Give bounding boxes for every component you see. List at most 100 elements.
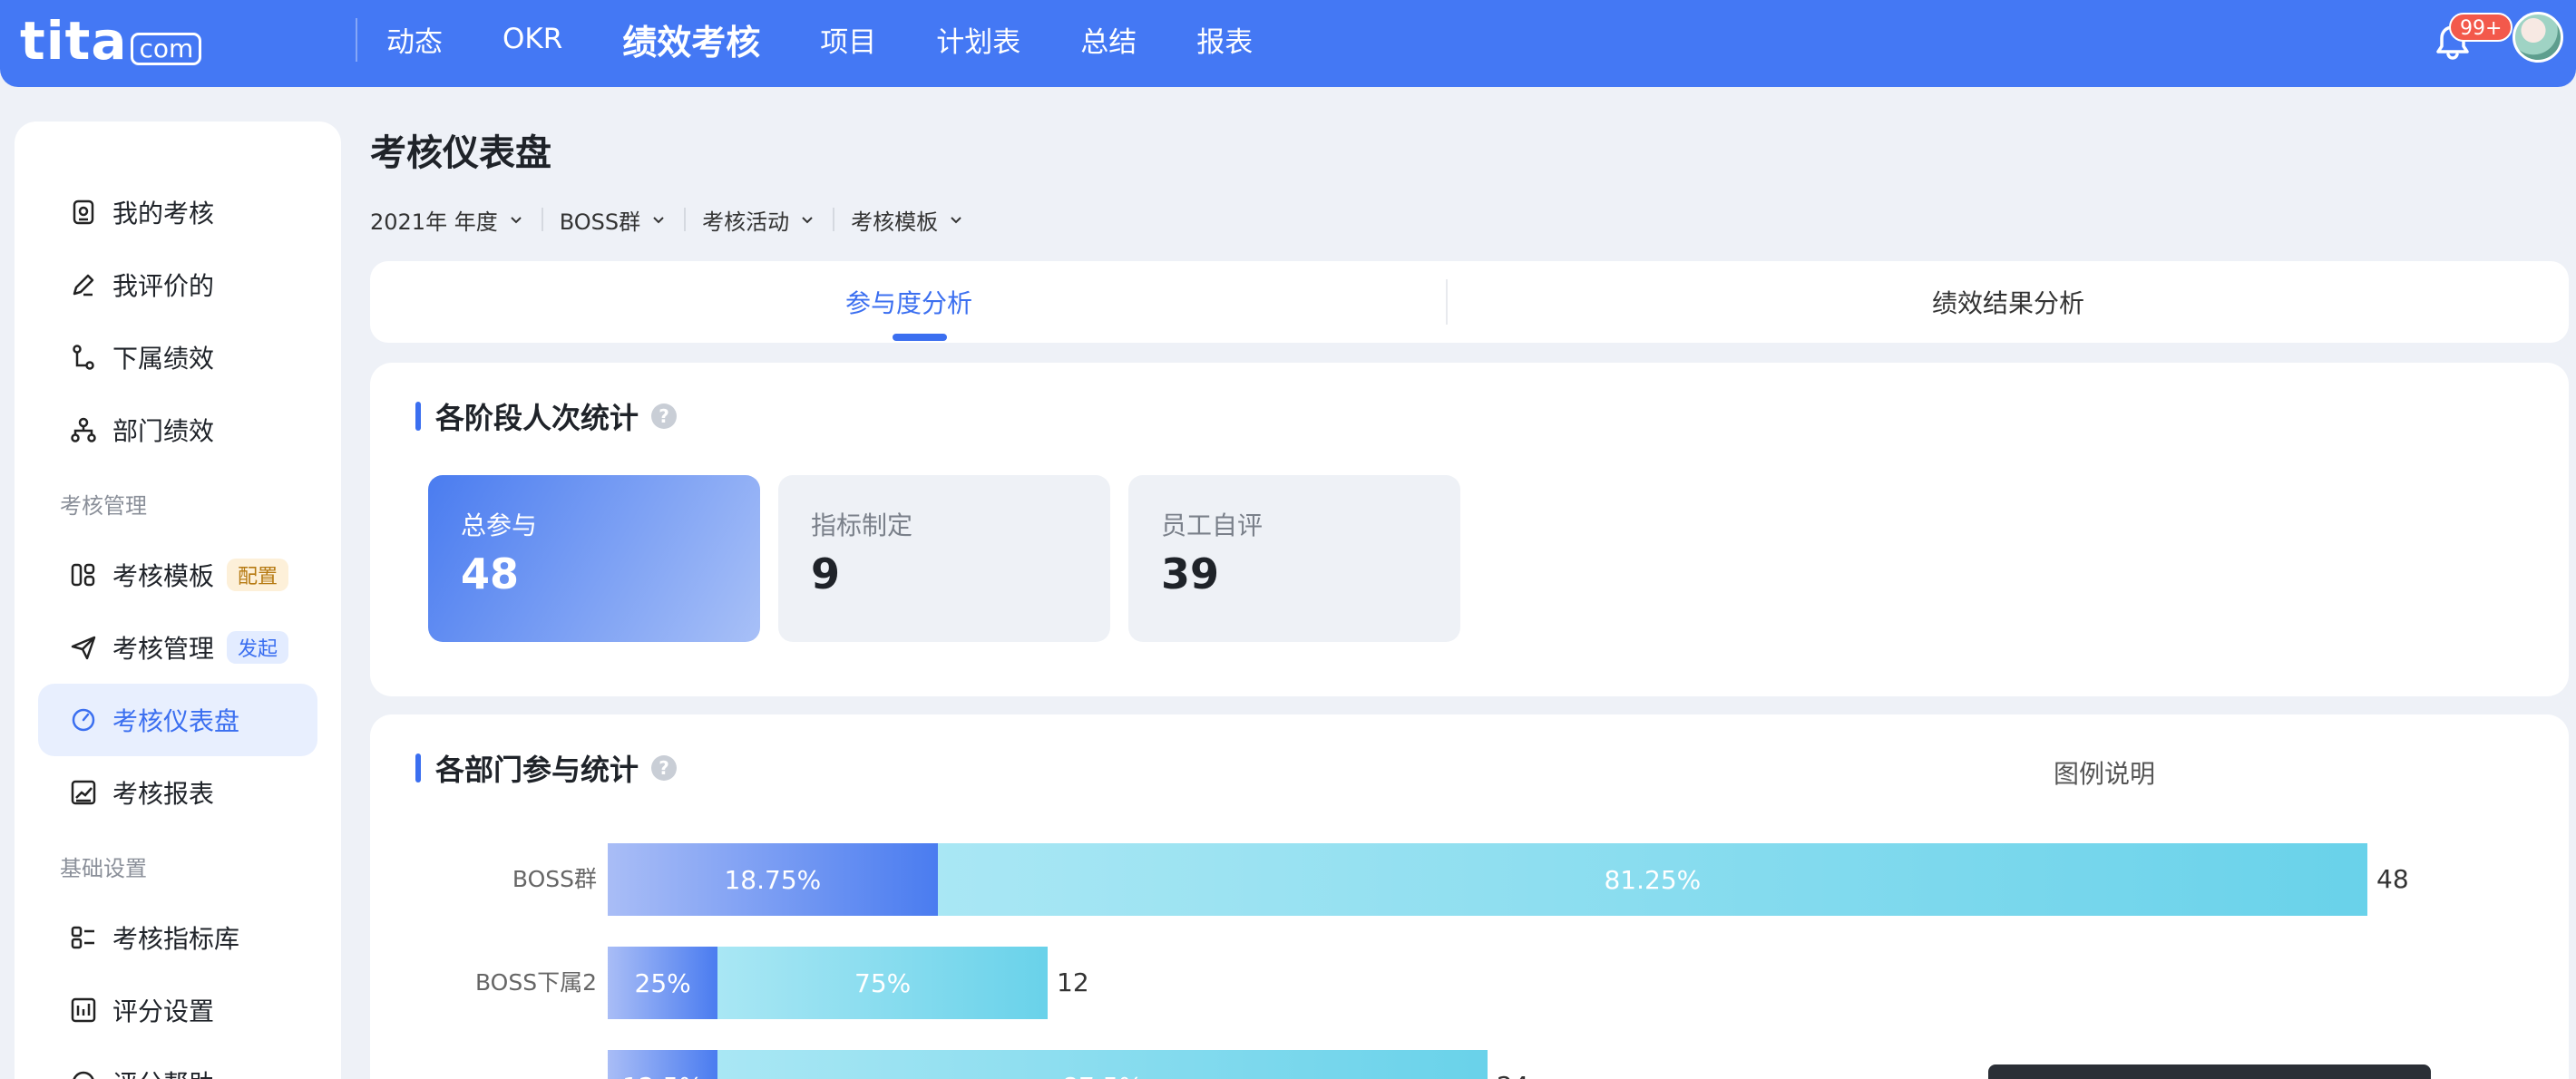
- top-nav: 动态 OKR 绩效考核 项目 计划表 总结 报表: [386, 0, 1312, 78]
- sidebar-item-indicator-library[interactable]: 考核指标库: [38, 901, 317, 974]
- page-title: 考核仪表盘: [370, 132, 551, 174]
- filter-divider: [833, 208, 835, 231]
- sidebar-item-report[interactable]: 考核报表: [38, 756, 317, 829]
- stat-total-participation[interactable]: 总参与 48: [428, 475, 760, 642]
- stat-label: 指标制定: [811, 510, 913, 540]
- card-title-text: 各部门参与统计: [435, 753, 639, 787]
- config-tag: 配置: [227, 559, 289, 591]
- filter-label: 2021年 年度: [370, 209, 498, 235]
- sidebar-item-my-review[interactable]: 我的考核: [38, 176, 317, 248]
- filter-year[interactable]: 2021年 年度: [370, 204, 525, 236]
- help-icon[interactable]: ?: [651, 403, 678, 429]
- report-icon: [71, 780, 96, 805]
- bar-segment-remaining[interactable]: 87.5%: [717, 1050, 1488, 1079]
- sidebar-item-label: 评分设置: [112, 996, 215, 1026]
- sidebar-item-label: 考核模板: [112, 561, 215, 591]
- filter-template[interactable]: 考核模板: [851, 204, 965, 236]
- sidebar-item-template[interactable]: 考核模板 配置: [38, 539, 317, 611]
- chevron-down-icon: [951, 217, 961, 224]
- filter-bar: 2021年 年度 BOSS群 考核活动 考核模板: [370, 201, 965, 238]
- my-review-icon: [73, 199, 94, 225]
- notification-badge: 99+: [2449, 13, 2513, 42]
- logo-com: com: [131, 33, 202, 65]
- filter-label: BOSS群: [559, 209, 641, 235]
- legend-explanation-link[interactable]: 图例说明: [2054, 754, 2155, 791]
- topnav-project[interactable]: 项目: [820, 19, 876, 60]
- user-avatar[interactable]: [2513, 12, 2563, 63]
- bar-segment-remaining[interactable]: 81.25%: [937, 843, 2367, 916]
- bar-row[interactable]: BOSS下属2 25% 75% 12: [370, 947, 2569, 1019]
- filter-label: 考核模板: [851, 209, 939, 235]
- filter-divider: [541, 208, 543, 231]
- top-navigation-bar: tita com 动态 OKR 绩效考核 项目 计划表 总结 报表 99+: [0, 0, 2576, 87]
- score-settings-icon: [71, 997, 96, 1023]
- stat-value: 48: [461, 549, 520, 598]
- topnav-report[interactable]: 报表: [1196, 19, 1253, 60]
- sidebar-item-label: 部门绩效: [112, 416, 215, 446]
- sidebar-item-label: 考核报表: [112, 779, 215, 809]
- sidebar-item-label: 考核仪表盘: [112, 706, 240, 736]
- bar-segment-participated[interactable]: 18.75%: [608, 843, 938, 916]
- topbar-divider: [356, 18, 357, 62]
- active-tab-indicator: [893, 334, 947, 341]
- help-circle-icon: [73, 1071, 94, 1079]
- section-label-basic: 基础设置: [60, 856, 147, 881]
- analysis-tabs: 参与度分析 绩效结果分析: [370, 261, 2569, 343]
- department-icon: [71, 417, 96, 442]
- filter-label: 考核活动: [702, 209, 790, 235]
- indicator-icon: [71, 926, 94, 949]
- sidebar-item-label: 考核管理: [112, 634, 215, 664]
- chevron-down-icon: [653, 217, 664, 224]
- tab-results[interactable]: 绩效结果分析: [1448, 261, 2569, 343]
- stat-value: 9: [811, 549, 841, 598]
- sidebar-item-manage[interactable]: 考核管理 发起: [38, 611, 317, 684]
- bar-category-label: BOSS下属2: [474, 969, 597, 996]
- bar-segment-participated[interactable]: 12.5%: [608, 1050, 718, 1079]
- sidebar-item-score-settings[interactable]: 评分设置: [38, 974, 317, 1046]
- bar-total-label: 24: [1497, 1050, 1529, 1079]
- template-icon: [71, 563, 95, 587]
- section-label-manage: 考核管理: [60, 493, 147, 519]
- topnav-okr[interactable]: OKR: [503, 23, 562, 55]
- topnav-performance[interactable]: 绩效考核: [622, 15, 760, 64]
- sidebar-item-label: 我的考核: [112, 199, 215, 228]
- bar-segment-participated[interactable]: 25%: [608, 947, 718, 1019]
- stat-value: 39: [1161, 549, 1220, 598]
- edit-icon: [73, 274, 94, 296]
- dept-card-title: 各部门参与统计 ?: [415, 747, 678, 789]
- sidebar-item-i-reviewed[interactable]: 我评价的: [38, 248, 317, 321]
- bar-total-label: 12: [1057, 967, 1089, 997]
- stat-self-review[interactable]: 员工自评 39: [1128, 475, 1460, 642]
- logo-text: tita: [20, 10, 128, 72]
- org-tree-icon: [73, 345, 94, 370]
- filter-group[interactable]: BOSS群: [560, 204, 668, 236]
- tita-logo[interactable]: tita com: [20, 9, 202, 73]
- sidebar-item-label: 评分帮助: [112, 1064, 214, 1079]
- tab-participation[interactable]: 参与度分析: [370, 261, 1448, 343]
- sidebar-item-department[interactable]: 部门绩效: [38, 394, 317, 466]
- dashboard-icon: [72, 708, 95, 732]
- topnav-summary[interactable]: 总结: [1080, 19, 1137, 60]
- stage-card-title: 各阶段人次统计 ?: [415, 395, 678, 437]
- bar-row[interactable]: BOSS群 18.75% 81.25% 48: [370, 843, 2569, 916]
- topnav-plan[interactable]: 计划表: [936, 19, 1020, 60]
- sidebar-item-subordinate[interactable]: 下属绩效: [38, 321, 317, 394]
- sidebar-item-dashboard[interactable]: 考核仪表盘: [38, 684, 317, 756]
- chevron-down-icon: [511, 217, 522, 224]
- dept-stats-card: 各部门参与统计 ? BOSS群 18.75% 81.25% 48 BOSS下属2 25% 7…: [370, 714, 2569, 1079]
- stat-label: 员工自评: [1161, 510, 1264, 540]
- filter-activity[interactable]: 考核活动: [702, 204, 816, 236]
- card-title-text: 各阶段人次统计: [435, 401, 639, 435]
- sidebar-item-score-help[interactable]: 评分帮助: [38, 1046, 317, 1079]
- topnav-dynamic[interactable]: 动态: [386, 19, 443, 60]
- stat-label: 总参与: [461, 510, 538, 540]
- bar-category-label: BOSS群: [512, 866, 597, 892]
- send-icon: [71, 636, 96, 660]
- chevron-down-icon: [802, 217, 813, 224]
- stat-indicator-setting[interactable]: 指标制定 9: [778, 475, 1110, 642]
- help-icon[interactable]: ?: [651, 755, 678, 781]
- filter-divider: [684, 208, 687, 231]
- sidebar: 我的考核 我评价的 下属绩效 部门绩效 考核管理 考核模板 配置 考核管理 发起…: [15, 122, 341, 1079]
- bar-segment-remaining[interactable]: 75%: [717, 947, 1048, 1019]
- sidebar-item-label: 下属绩效: [112, 344, 215, 374]
